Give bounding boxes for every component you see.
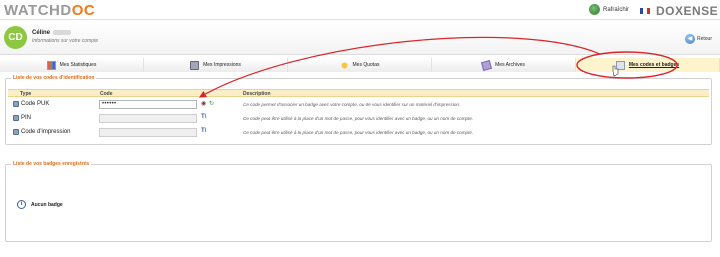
badge-icon <box>615 60 625 70</box>
puk-code-field[interactable]: •••••• <box>99 100 197 109</box>
print-code-field[interactable] <box>99 128 197 137</box>
watchdoc-logo: WATCHDOC <box>4 2 96 19</box>
avatar: CD <box>4 26 27 49</box>
identification-codes-panel: Liste de vos codes d'identification Type… <box>5 75 712 145</box>
row-description: Ce code peut être utilisé à la place d'u… <box>243 116 474 121</box>
row-description: Ce code permet d'associer un badge avec … <box>243 102 461 107</box>
row-type: Code d'impression <box>13 129 71 135</box>
tab-codes-badges[interactable]: Mes codes et badges <box>576 58 720 72</box>
tab-bar: Mes Statistiques Mes Impressions Mes Quo… <box>0 58 720 72</box>
pin-icon <box>13 115 19 121</box>
refresh-icon <box>589 4 600 15</box>
tab-label: Mes Quotas <box>352 62 380 68</box>
back-arrow-icon: ◀ <box>685 34 695 44</box>
table-row: PIN T\ Ce code peut être utilisé à la pl… <box>8 112 709 125</box>
edit-code-icon[interactable]: T\ <box>201 128 206 134</box>
tab-archives[interactable]: Mes Archives <box>432 58 576 72</box>
regenerate-code-icon[interactable]: ↻ <box>209 100 214 107</box>
column-type: Type <box>20 91 32 97</box>
tab-label: Mes Impressions <box>203 62 241 68</box>
back-button[interactable]: ◀ Retour <box>685 34 712 44</box>
coins-icon <box>339 60 349 70</box>
printer-icon <box>190 60 200 70</box>
empty-badges-message: i Aucun badge <box>17 200 63 209</box>
column-description: Description <box>243 91 271 97</box>
archive-icon <box>481 59 493 71</box>
back-label: Retour <box>697 36 713 42</box>
print-code-icon <box>13 129 19 135</box>
tab-label: Mes Statistiques <box>59 62 97 68</box>
refresh-button[interactable]: Rafraîchir <box>589 4 629 15</box>
reveal-code-icon[interactable]: ◉ <box>201 100 206 107</box>
user-name: Céline <box>32 30 72 36</box>
row-type: Code PUK <box>13 101 49 107</box>
column-code: Code <box>100 91 113 97</box>
table-row: Code d'impression T\ Ce code peut être u… <box>8 126 709 139</box>
table-row: Code PUK •••••• ◉ ↻ Ce code permet d'ass… <box>8 98 709 111</box>
row-type-label: PIN <box>21 115 32 121</box>
panel-title: Liste de vos codes d'identification <box>11 75 97 81</box>
user-subtitle: Informations sur votre compte <box>32 38 99 44</box>
info-icon: i <box>17 200 26 209</box>
keypad-icon <box>13 101 19 107</box>
top-bar: WATCHDOC Rafraîchir DOXENSE <box>0 0 720 20</box>
tab-statistics[interactable]: Mes Statistiques <box>0 58 144 72</box>
redacted-surname <box>53 30 72 35</box>
pin-code-field[interactable] <box>99 114 197 123</box>
tab-label: Mes Archives <box>495 62 525 68</box>
row-type: PIN <box>13 115 31 121</box>
row-type-label: Code d'impression <box>21 129 71 135</box>
refresh-label: Rafraîchir <box>603 6 630 13</box>
codes-table-header: Type Code Description <box>8 89 709 97</box>
edit-code-icon[interactable]: T\ <box>201 114 206 120</box>
chart-icon <box>46 60 56 70</box>
doxense-logo: DOXENSE <box>656 4 719 18</box>
tab-impressions[interactable]: Mes Impressions <box>144 58 288 72</box>
tab-label: Mes codes et badges <box>628 62 680 68</box>
row-description: Ce code peut être utilisé à la place d'u… <box>243 130 474 135</box>
language-flag-icon[interactable] <box>640 8 650 14</box>
panel-title: Liste de vos badges enregistrés <box>11 161 92 167</box>
badges-panel: Liste de vos badges enregistrés i Aucun … <box>5 161 712 242</box>
row-type-label: Code PUK <box>21 101 50 107</box>
empty-badges-label: Aucun badge <box>31 201 63 208</box>
user-bar: CD Céline Informations sur votre compte … <box>0 21 720 55</box>
tab-quotas[interactable]: Mes Quotas <box>288 58 432 72</box>
